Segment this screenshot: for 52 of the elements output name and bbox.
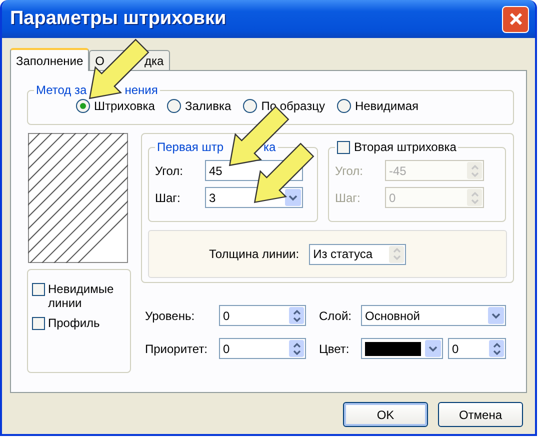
group-title: ка — [264, 140, 276, 154]
dialog-button[interactable]: Отмена — [438, 402, 523, 427]
window-title: Параметры штриховки — [10, 8, 226, 30]
radio-label[interactable]: Невидимая — [354, 99, 419, 113]
field-label: Цвет: — [319, 342, 350, 356]
up-down-arrows-icon — [292, 340, 302, 356]
number-field[interactable]: 0 — [448, 338, 506, 359]
radio-button[interactable] — [76, 99, 90, 113]
dropdown-button[interactable] — [285, 189, 301, 206]
close-icon — [508, 11, 524, 27]
dialog-button[interactable]: OK — [343, 402, 428, 427]
field-label: Шаг: — [155, 190, 182, 204]
spin-buttons[interactable] — [289, 340, 304, 357]
radio-label[interactable]: Штриховка — [94, 99, 155, 113]
up-down-arrows-icon — [470, 162, 480, 178]
radio-button[interactable] — [243, 99, 258, 113]
radio-label[interactable]: Заливка — [184, 99, 232, 113]
field-label: Приоритет: — [145, 342, 209, 356]
up-down-arrows-icon — [492, 340, 502, 356]
field-label: Слой: — [319, 308, 353, 322]
group-title: нения — [124, 83, 158, 97]
dropdown-button[interactable] — [488, 307, 504, 324]
checkbox-label[interactable]: Профиль — [48, 316, 118, 330]
up-down-arrows-icon — [470, 190, 480, 206]
chevron-down-icon — [288, 194, 298, 202]
dropdown-button[interactable] — [425, 340, 441, 357]
up-down-arrows-icon — [292, 308, 302, 324]
spin-buttons[interactable] — [489, 340, 504, 357]
up-down-arrows-icon — [392, 246, 402, 262]
group-title: Метод за — [36, 83, 87, 97]
pointer-arrow — [254, 142, 314, 204]
number-field[interactable]: 0 — [219, 338, 306, 359]
field-label: Угол: — [335, 164, 364, 178]
checkbox[interactable] — [32, 317, 45, 330]
field-label: Угол: — [155, 164, 184, 178]
field-label: Шаг: — [335, 190, 362, 204]
chevron-down-icon — [491, 312, 501, 320]
color-dropdown[interactable] — [361, 338, 443, 359]
tab[interactable]: Заполнение — [10, 48, 90, 71]
radio-button[interactable] — [336, 99, 351, 113]
chevron-down-icon — [428, 344, 438, 352]
layer-dropdown[interactable]: Основной — [361, 305, 506, 326]
group-title: Первая штр — [157, 140, 224, 154]
field-label: Уровень: — [145, 308, 196, 322]
checkbox-label[interactable]: Невидимые линии — [48, 282, 118, 310]
thickness-field[interactable]: Из статуса — [309, 244, 406, 264]
radio-button[interactable] — [166, 99, 181, 113]
number-field[interactable]: 0 — [219, 305, 306, 326]
field-label: Толщина линии: — [209, 247, 300, 261]
checkbox[interactable] — [32, 283, 45, 296]
close-button[interactable] — [502, 6, 529, 32]
spin-buttons[interactable] — [289, 307, 304, 324]
